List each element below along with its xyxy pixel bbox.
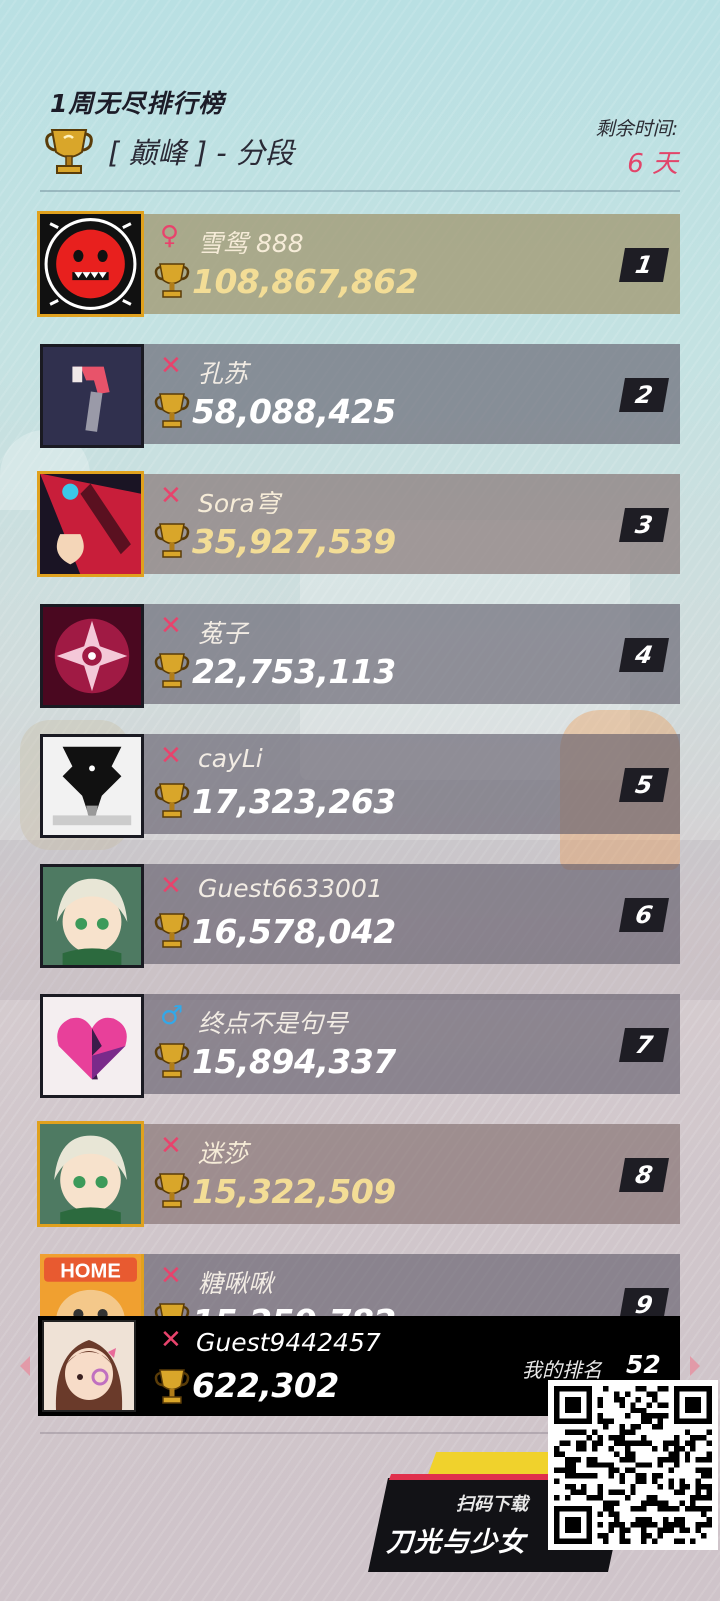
my-score: 622,302 bbox=[192, 1366, 339, 1405]
my-player-name: Guest9442457 bbox=[196, 1328, 381, 1357]
player-name: 迷莎 bbox=[198, 1139, 249, 1168]
trophy-icon bbox=[154, 393, 190, 428]
player-score: 108,867,862 bbox=[192, 262, 419, 301]
player-score: 15,322,509 bbox=[192, 1172, 396, 1211]
prev-arrow-icon[interactable] bbox=[20, 1356, 30, 1376]
player-score: 17,323,263 bbox=[192, 782, 396, 821]
leaderboard-title: 1周无尽排行榜 bbox=[50, 89, 225, 118]
rank-badge: 2 bbox=[619, 378, 669, 412]
rank-badge: 4 bbox=[619, 638, 669, 672]
trophy-icon bbox=[154, 1173, 190, 1208]
svg-text:HOME: HOME bbox=[60, 1261, 121, 1283]
my-rank-label: 我的排名 bbox=[522, 1358, 602, 1382]
player-name: 糖啾啾 bbox=[198, 1269, 274, 1298]
player-score: 16,578,042 bbox=[192, 912, 396, 951]
avatar[interactable] bbox=[40, 734, 144, 838]
trophy-icon bbox=[154, 1369, 190, 1404]
leaderboard-row[interactable]: ✕ Guest6633001 16,578,042 6 bbox=[40, 864, 680, 968]
avatar bbox=[42, 1320, 136, 1412]
next-arrow-icon[interactable] bbox=[690, 1356, 700, 1376]
player-score: 22,753,113 bbox=[192, 652, 396, 691]
rank-badge: 3 bbox=[619, 508, 669, 542]
gender-none-icon: ✕ bbox=[160, 1261, 182, 1291]
trophy-icon bbox=[154, 523, 190, 558]
leaderboard-row[interactable]: ✕ Sora穹 35,927,539 3 bbox=[37, 471, 680, 577]
avatar[interactable] bbox=[37, 1121, 144, 1227]
player-name: 菟子 bbox=[198, 619, 249, 648]
promo-game-name: 刀光与少女 bbox=[386, 1527, 526, 1558]
avatar[interactable] bbox=[37, 211, 144, 317]
rank-badge: 8 bbox=[619, 1158, 669, 1192]
player-name: 雪鸳 888 bbox=[198, 229, 304, 258]
trophy-icon bbox=[154, 913, 190, 948]
player-name: 孔苏 bbox=[198, 359, 249, 388]
avatar[interactable] bbox=[40, 864, 144, 968]
tier-label: [ 巅峰 ] - 分段 bbox=[108, 136, 294, 170]
trophy-icon bbox=[154, 653, 190, 688]
leaderboard-row[interactable]: ✕ 孔苏 58,088,425 2 bbox=[40, 344, 680, 448]
gender-male-icon: ♂ bbox=[160, 1001, 184, 1031]
gender-none-icon: ✕ bbox=[160, 1325, 182, 1355]
rank-badge: 1 bbox=[619, 248, 669, 282]
trophy-icon bbox=[154, 263, 190, 298]
time-remaining-value: 6 天 bbox=[627, 149, 678, 179]
player-name: cayLi bbox=[198, 744, 263, 773]
leaderboard-row[interactable]: ✕ cayLi 17,323,263 5 bbox=[40, 734, 680, 838]
player-score: 58,088,425 bbox=[192, 392, 396, 431]
trophy-icon bbox=[154, 1043, 190, 1078]
player-name: Guest6633001 bbox=[198, 874, 383, 903]
leaderboard-row[interactable]: ♀ 雪鸳 888 108,867,862 1 bbox=[37, 211, 680, 317]
avatar[interactable] bbox=[40, 994, 144, 1098]
promo-scan-text: 扫码下载 bbox=[456, 1494, 528, 1515]
rank-badge: 5 bbox=[619, 768, 669, 802]
player-score: 35,927,539 bbox=[192, 522, 396, 561]
gender-female-icon: ♀ bbox=[160, 221, 180, 251]
player-name: Sora穹 bbox=[198, 489, 280, 518]
avatar[interactable] bbox=[37, 471, 144, 577]
leaderboard-row[interactable]: ✕ 迷莎 15,322,509 8 bbox=[37, 1121, 680, 1227]
gender-none-icon: ✕ bbox=[160, 741, 182, 771]
rank-badge: 9 bbox=[619, 1288, 669, 1316]
qr-code-icon[interactable] bbox=[548, 1380, 718, 1550]
gender-none-icon: ✕ bbox=[160, 351, 182, 381]
gender-none-icon: ✕ bbox=[160, 871, 182, 901]
rank-badge: 6 bbox=[619, 898, 669, 932]
gender-none-icon: ✕ bbox=[160, 481, 182, 511]
trophy-icon bbox=[45, 129, 93, 174]
trophy-icon bbox=[154, 783, 190, 818]
trophy-icon bbox=[154, 1303, 190, 1316]
gender-none-icon: ✕ bbox=[160, 611, 182, 641]
rank-badge: 7 bbox=[619, 1028, 669, 1062]
time-remaining-label: 剩余时间: bbox=[595, 118, 678, 140]
player-name: 终点不是句号 bbox=[198, 1009, 349, 1038]
leaderboard-row[interactable]: ♂ 终点不是句号 15,894,337 7 bbox=[40, 994, 680, 1098]
my-rank-value: 52 bbox=[626, 1350, 661, 1379]
tier-row: [ 巅峰 ] - 分段 bbox=[42, 126, 294, 176]
leaderboard-row[interactable]: HOME ✕ 糖啾啾 15,259,782 9 bbox=[40, 1254, 680, 1316]
header-divider bbox=[40, 190, 680, 192]
player-score: 15,894,337 bbox=[192, 1042, 396, 1081]
leaderboard-row[interactable]: ✕ 菟子 22,753,113 4 bbox=[40, 604, 680, 708]
avatar[interactable]: HOME bbox=[40, 1254, 144, 1316]
avatar[interactable] bbox=[40, 604, 144, 708]
gender-none-icon: ✕ bbox=[160, 1131, 182, 1161]
time-remaining: 剩余时间: 6 天 bbox=[596, 114, 678, 180]
player-score: 15,259,782 bbox=[192, 1302, 396, 1316]
avatar[interactable] bbox=[40, 344, 144, 448]
